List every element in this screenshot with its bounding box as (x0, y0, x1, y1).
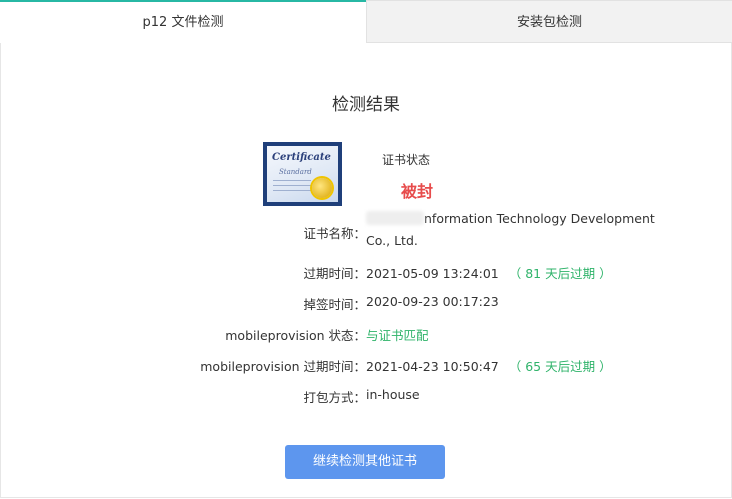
mp-status-value: 与证书匹配 (366, 328, 429, 343)
mp-status-row: mobileprovision 状态： 与证书匹配 (0, 325, 732, 343)
cert-name-value-line2: Co., Ltd. (366, 233, 418, 248)
tab-package-check[interactable]: 安装包检测 (366, 0, 732, 43)
mp-expire-note: （ 65 天后过期 ） (508, 359, 612, 374)
tab-bar: p12 文件检测 安装包检测 (0, 0, 732, 43)
mp-status-label: mobileprovision 状态： (225, 328, 366, 343)
tab-p12-check[interactable]: p12 文件检测 (0, 0, 366, 43)
expire-value: 2021-05-09 13:24:01 (366, 266, 499, 281)
mp-expire-value: 2021-04-23 10:50:47 (366, 359, 499, 374)
cert-status-value: 被封 (401, 182, 434, 201)
pack-row: 打包方式： in-house (0, 387, 732, 405)
cert-name-row: 证书名称： nformation Technology Development … (0, 211, 732, 251)
mp-expire-row: mobileprovision 过期时间： 2021-04-23 10:50:4… (0, 356, 732, 374)
expire-label: 过期时间： (303, 266, 366, 281)
certificate-icon: Certificate Standard (263, 142, 342, 206)
expire-row: 过期时间： 2021-05-09 13:24:01 （ 81 天后过期 ） (0, 263, 732, 281)
continue-check-button[interactable]: 继续检测其他证书 (285, 445, 445, 479)
cert-status-label: 证书状态 (382, 153, 431, 167)
cert-name-label: 证书名称： (303, 226, 366, 241)
mp-expire-label: mobileprovision 过期时间： (200, 359, 366, 374)
expire-value-group: 2021-05-09 13:24:01 （ 81 天后过期 ） (366, 263, 612, 282)
redacted-text (366, 211, 424, 225)
result-title: 检测结果 (332, 95, 400, 115)
cert-name-value: nformation Technology Development (366, 211, 655, 226)
revoked-row: 掉签时间： 2020-09-23 00:17:23 (0, 294, 732, 312)
expire-note: （ 81 天后过期 ） (508, 266, 612, 281)
revoked-label: 掉签时间： (303, 297, 366, 312)
pack-value: in-house (366, 387, 420, 402)
cert-name-value-line1: nformation Technology Development (424, 211, 655, 226)
mp-expire-value-group: 2021-04-23 10:50:47 （ 65 天后过期 ） (366, 356, 612, 375)
revoked-value: 2020-09-23 00:17:23 (366, 294, 499, 309)
pack-label: 打包方式： (303, 390, 366, 405)
